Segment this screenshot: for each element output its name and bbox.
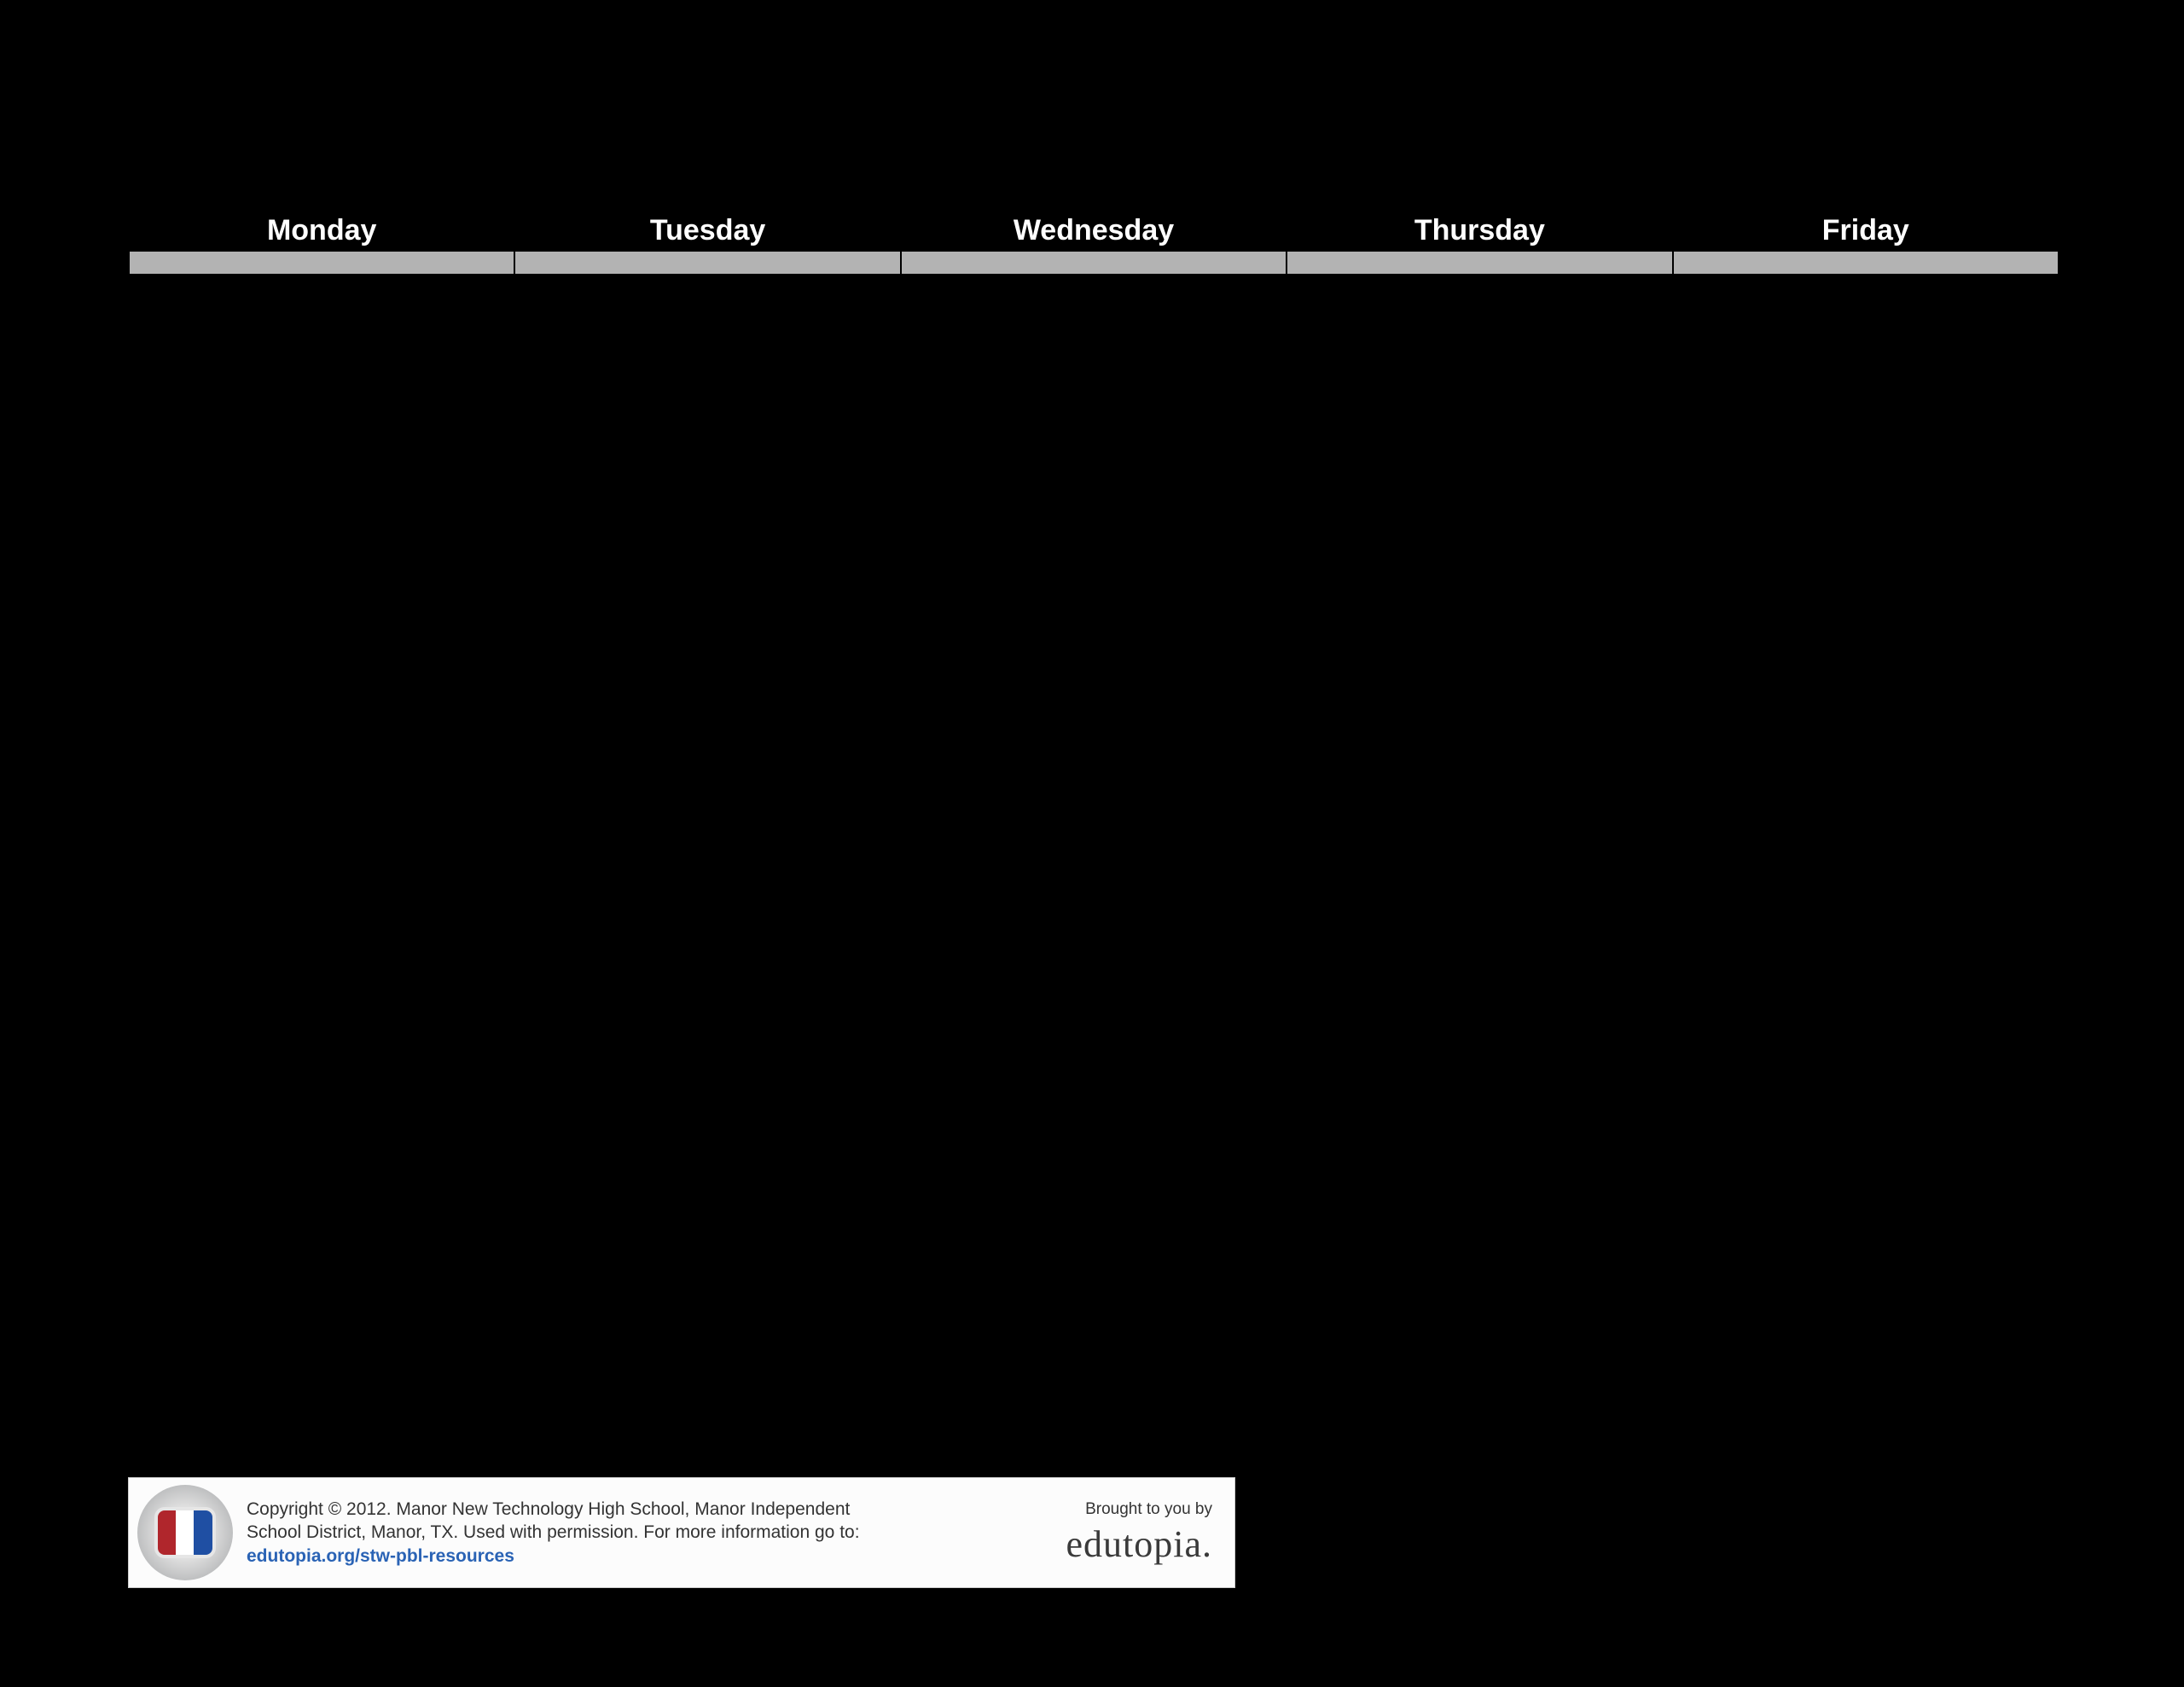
copyright-line-1: Copyright © 2012. Manor New Technology H… [247, 1499, 850, 1519]
deliverable-label: Deliverable Due: [1294, 859, 1495, 887]
day-header-row: Monday Tuesday Wednesday Thursday Friday [129, 210, 2059, 251]
objective-cell: Objective: By the end of the class perio… [129, 512, 514, 853]
teks-cell: TEKS: [901, 275, 1287, 512]
blank-cell [1287, 142, 1672, 210]
title-row: Project Calendar: [129, 142, 2059, 210]
brand-block: Brought to you by edutopia. [1066, 1500, 1226, 1566]
copyright-line-2: School District, Manor, TX. Used with pe… [247, 1522, 860, 1542]
date-slot [1287, 251, 1672, 275]
objective-label: Objective: [1294, 520, 1418, 548]
deliverable-label: Deliverable Due: [136, 859, 337, 887]
day-header-tuesday: Tuesday [514, 210, 900, 251]
teks-label: TEKS: [909, 281, 985, 309]
date-subheader-row [129, 251, 2059, 275]
copyright-block: Copyright © 2012. Manor New Technology H… [233, 1498, 1066, 1568]
teks-label: TEKS: [1681, 281, 1757, 309]
day-header-thursday: Thursday [1287, 210, 1672, 251]
resource-link[interactable]: edutopia.org/stw-pbl-resources [247, 1546, 514, 1566]
school-seal-icon [137, 1485, 233, 1580]
day-label: Thursday [1414, 214, 1545, 246]
day-label: Monday [267, 214, 376, 246]
teks-cell: TEKS: [514, 275, 900, 512]
calendar-title-cell: Project Calendar: [129, 142, 514, 210]
teks-cell: TEKS: [1287, 275, 1672, 512]
day-header-friday: Friday [1673, 210, 2059, 251]
objective-row: Objective: By the end of the class perio… [129, 512, 2059, 853]
deliverable-label: Deliverable Due: [522, 859, 723, 887]
deliverable-label: Deliverable Due: [1681, 859, 1881, 887]
blank-cell [514, 142, 900, 210]
teks-cell: TEKS: [1673, 275, 2059, 512]
day-label: Tuesday [650, 214, 765, 246]
teks-label: TEKS: [522, 281, 599, 309]
objective-cell: Objective: By the end of the class perio… [1287, 512, 1672, 853]
blank-cell [1673, 142, 2059, 210]
edutopia-logo: edutopia. [1066, 1522, 1212, 1566]
document-page: Project Calendar: Monday Tuesday Wednesd… [0, 0, 2184, 1687]
brought-to-you-label: Brought to you by [1066, 1500, 1212, 1519]
deliverable-cell: Deliverable Due: [1287, 853, 1672, 1327]
objective-cell: Objective: By the end of the class perio… [1673, 512, 2059, 853]
date-slot [901, 251, 1287, 275]
objective-label: Objective: [1681, 520, 1804, 548]
project-calendar-table: Project Calendar: Monday Tuesday Wednesd… [128, 141, 2059, 1328]
objective-label: Objective: [909, 520, 1032, 548]
objective-cell: Objective: By the end of the class perio… [901, 512, 1287, 853]
deliverable-cell: Deliverable Due: [129, 853, 514, 1327]
deliverable-cell: Deliverable Due: [901, 853, 1287, 1327]
blank-cell [901, 142, 1287, 210]
deliverable-cell: Deliverable Due: [514, 853, 900, 1327]
date-slot [1673, 251, 2059, 275]
objective-cell: Objective: By the end of the class perio… [514, 512, 900, 853]
date-slot [129, 251, 514, 275]
teks-label: TEKS: [1294, 281, 1371, 309]
day-header-wednesday: Wednesday [901, 210, 1287, 251]
deliverable-label: Deliverable Due: [909, 859, 1109, 887]
calendar-title: Project Calendar: [195, 148, 449, 183]
objective-label: Objective: [522, 520, 646, 548]
teks-cell: TEKS: [129, 275, 514, 512]
deliverable-cell: Deliverable Due: [1673, 853, 2059, 1327]
day-label: Friday [1822, 214, 1909, 246]
footer-attribution-box: Copyright © 2012. Manor New Technology H… [128, 1477, 1235, 1588]
date-slot [514, 251, 900, 275]
objective-label: Objective: [136, 520, 260, 548]
teks-row: TEKS: TEKS: TEKS: TEKS: TEKS: [129, 275, 2059, 512]
day-header-monday: Monday [129, 210, 514, 251]
teks-label: TEKS: [136, 281, 213, 309]
deliverable-row: Deliverable Due: Deliverable Due: Delive… [129, 853, 2059, 1327]
day-label: Wednesday [1014, 214, 1174, 246]
